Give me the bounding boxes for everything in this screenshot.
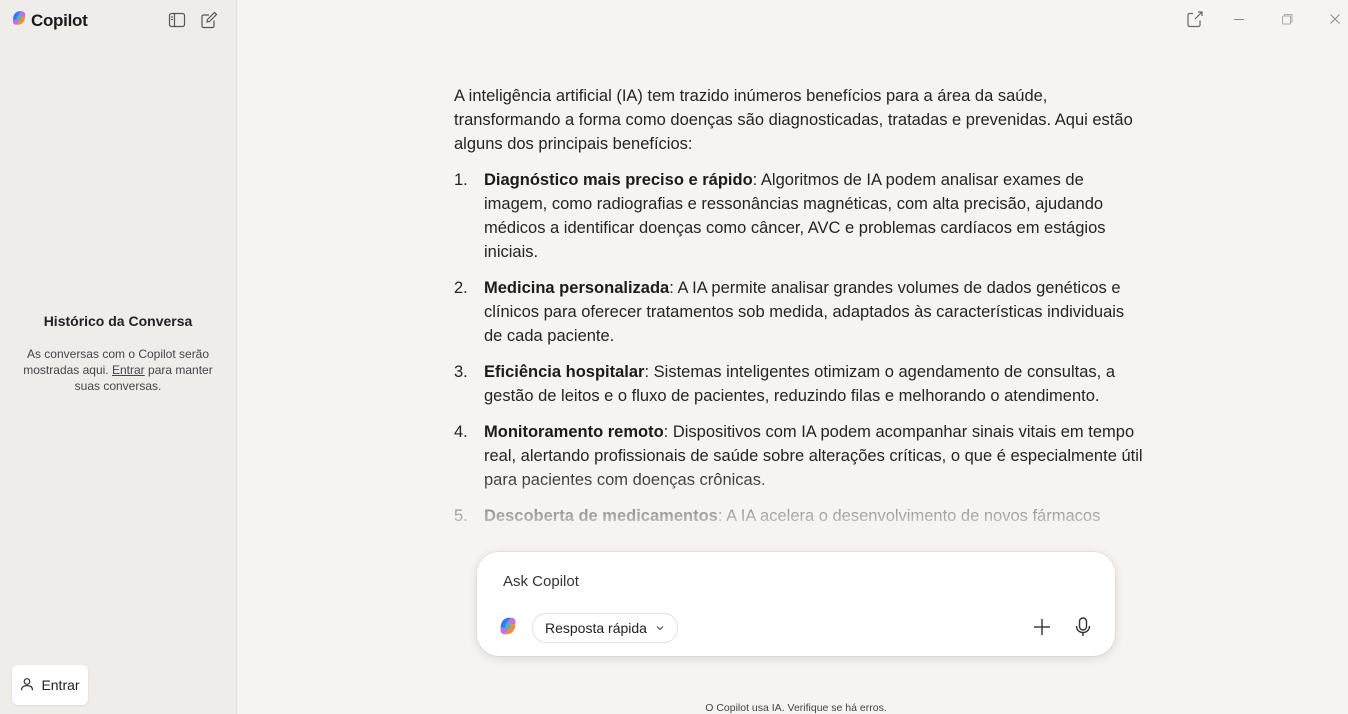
app-name: Copilot xyxy=(31,10,88,30)
response-intro: A inteligência artificial (IA) tem trazi… xyxy=(454,87,1133,153)
add-icon[interactable] xyxy=(1031,616,1053,638)
signin-label: Entrar xyxy=(41,677,80,693)
list-item: 1. Diagnóstico mais preciso e rápido: Al… xyxy=(454,168,1144,264)
brand: Copilot xyxy=(10,9,88,32)
list-item: 2. Medicina personalizada: A IA permite … xyxy=(454,276,1144,348)
list-item-text: : A IA acelera o desenvolvimento de novo… xyxy=(717,507,1101,525)
list-number: 2. xyxy=(454,279,468,297)
list-item: 5. Descoberta de medicamentos: A IA acel… xyxy=(454,504,1144,528)
ai-disclaimer: O Copilot usa IA. Verifique se há erros. xyxy=(705,702,887,714)
benefits-list: 1. Diagnóstico mais preciso e rápido: Al… xyxy=(454,168,1144,528)
sidebar: Copilot Histórico da Conversa As convers… xyxy=(0,0,237,714)
new-chat-icon[interactable] xyxy=(200,11,218,29)
close-icon[interactable] xyxy=(1326,10,1344,28)
history-signin-link[interactable]: Entrar xyxy=(112,363,145,377)
ask-input[interactable] xyxy=(501,572,1025,591)
list-item-title: Eficiência hospitalar xyxy=(484,363,645,381)
history-description: As conversas com o Copilot serão mostrad… xyxy=(18,346,218,394)
composer: Resposta rápida xyxy=(477,552,1115,656)
list-number: 3. xyxy=(454,363,468,381)
list-item-title: Monitoramento remoto xyxy=(484,423,664,441)
list-item-title: Medicina personalizada xyxy=(484,279,670,297)
list-item: 3. Eficiência hospitalar: Sistemas intel… xyxy=(454,360,1144,408)
list-number: 1. xyxy=(454,171,468,189)
chevron-down-icon xyxy=(655,620,665,636)
maximize-icon[interactable] xyxy=(1278,10,1296,28)
mode-selector[interactable]: Resposta rápida xyxy=(532,613,678,643)
mode-label: Resposta rápida xyxy=(545,620,647,636)
response-content: A inteligência artificial (IA) tem trazi… xyxy=(454,84,1144,548)
list-item-title: Diagnóstico mais preciso e rápido xyxy=(484,171,753,189)
microphone-icon[interactable] xyxy=(1072,616,1094,638)
history-title: Histórico da Conversa xyxy=(43,313,193,329)
share-icon[interactable] xyxy=(1186,10,1204,28)
minimize-icon[interactable] xyxy=(1230,10,1248,28)
copilot-logo-icon xyxy=(10,9,28,32)
person-icon xyxy=(20,677,34,694)
list-number: 5. xyxy=(454,507,468,525)
list-number: 4. xyxy=(454,423,468,441)
list-item: 4. Monitoramento remoto: Dispositivos co… xyxy=(454,420,1144,492)
signin-button[interactable]: Entrar xyxy=(12,665,88,705)
list-item-title: Descoberta de medicamentos xyxy=(484,507,718,525)
toggle-sidebar-icon[interactable] xyxy=(168,11,186,29)
copilot-logo-icon xyxy=(497,615,519,642)
